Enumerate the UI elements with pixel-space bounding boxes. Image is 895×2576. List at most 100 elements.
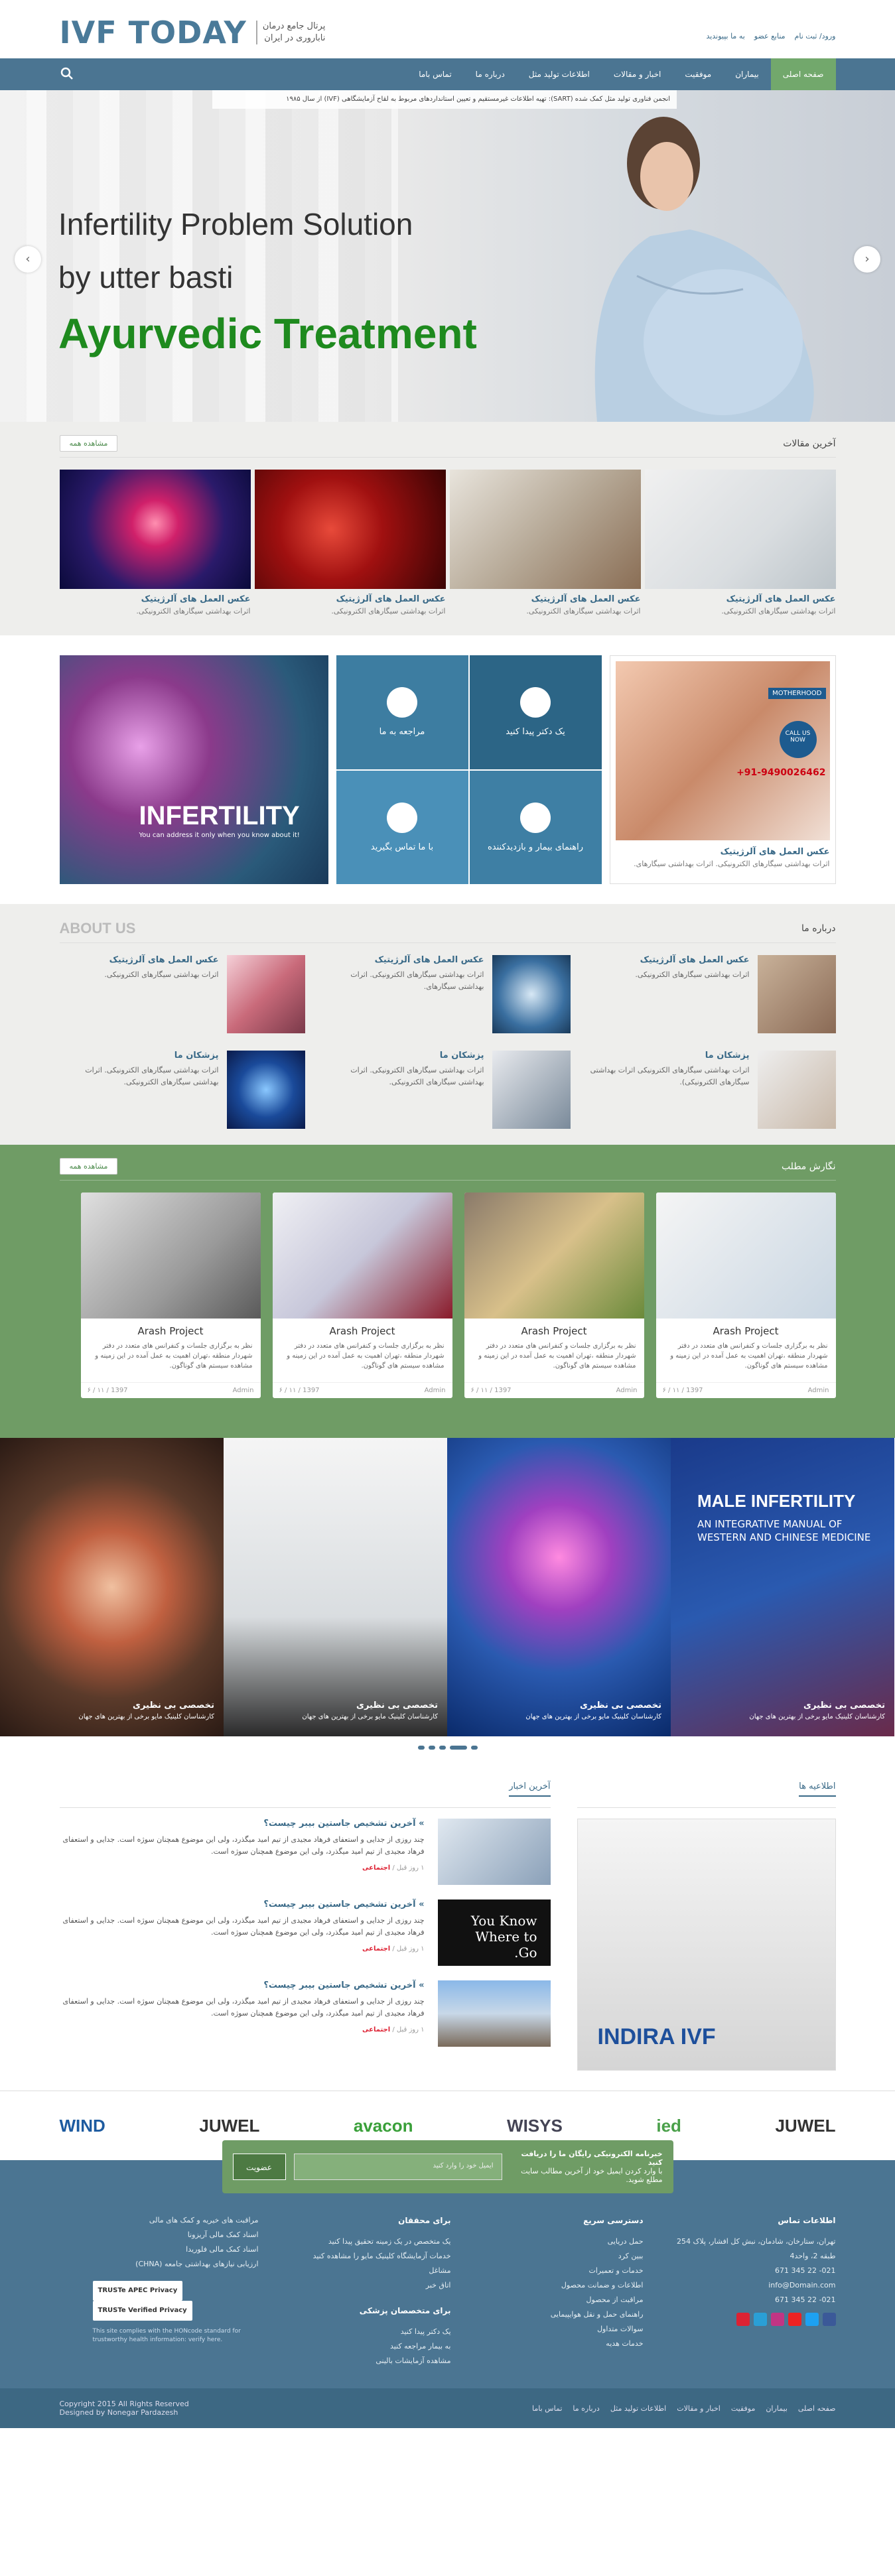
footer-link[interactable]: اسناد کمک مالی فلوریدا (93, 2242, 258, 2257)
logo-juwel[interactable]: JUWEL (199, 2116, 259, 2136)
banner-panel-fetus[interactable]: تخصصی بی نظیری کارشناسان کلینیک مایو برخی… (0, 1438, 224, 1736)
banner-panel-book[interactable]: MALE INFERTILITY AN INTEGRATIVE MANUAL O… (671, 1438, 894, 1736)
footer-link[interactable]: اسناد کمک مالی آریزونا (93, 2228, 259, 2242)
about-item[interactable]: پزشکان ما اثرات بهداشتی سیگارهای الکترونی… (60, 1051, 305, 1129)
about-item-title[interactable]: پزشکان ما (325, 1051, 484, 1061)
footer-link[interactable]: مشاغل (285, 2264, 450, 2278)
nav-item-news[interactable]: اخبار و مقالات (602, 58, 673, 90)
footer-link[interactable]: مراقبت از محصول (478, 2293, 644, 2307)
about-item[interactable]: عکس العمل های آلرژیتیک اثرات بهداشتی سیگا… (60, 955, 305, 1033)
about-item-title[interactable]: عکس العمل های آلرژیتیک (325, 955, 484, 965)
about-item-title[interactable]: پزشکان ما (590, 1051, 750, 1061)
footer-link[interactable]: راهنمای حمل و نقل هوایپیمایی (478, 2307, 644, 2322)
logo-wind[interactable]: WIND (60, 2116, 105, 2136)
news-title[interactable]: » آخرین تشخیص جاستین بیبر چیست؟ (60, 1900, 424, 1909)
project-card[interactable]: Arash Project نظر به برگزاری جلسات و کنف… (272, 1192, 452, 1398)
infertility-banner[interactable]: INFERTILITY You can address it only when… (59, 655, 328, 884)
twitter-icon[interactable] (805, 2313, 819, 2326)
footer-link[interactable]: به بیمار مراجعه کنید (285, 2339, 451, 2354)
facebook-icon[interactable] (822, 2313, 836, 2326)
join-us-link[interactable]: به ما بپیوندید (707, 32, 745, 40)
logo-juwel-2[interactable]: JUWEL (775, 2116, 835, 2136)
articles-view-all-button[interactable]: مشاهده همه (59, 435, 118, 452)
footer-link[interactable]: خدمات هدیه (478, 2337, 643, 2351)
project-title[interactable]: Arash Project (273, 1325, 452, 1337)
footer-link[interactable]: ببین کرد (478, 2249, 644, 2264)
article-title[interactable]: عکس العمل های آلرژیتیک (645, 594, 836, 604)
footer-link[interactable]: حمل دریایی (478, 2234, 644, 2249)
news-title[interactable]: » آخرین تشخیص جاستین بیبر چیست؟ (60, 1819, 424, 1829)
footer-link[interactable]: سوالات متداول (478, 2322, 643, 2337)
truste-apec-badge[interactable]: TRUSTe APEC Privacy (92, 2281, 183, 2301)
footer-link[interactable]: یک دکتر پیدا کنید (285, 2325, 451, 2339)
article-title[interactable]: عکس العمل های آلرژیتیک (450, 594, 641, 604)
news-tab[interactable]: آخرین اخبار (509, 1781, 551, 1797)
footer-bottom-link[interactable]: درباره ما (573, 2404, 599, 2413)
banner-panel-egg[interactable]: تخصصی بی نظیری کارشناسان کلینیک مایو برخی… (447, 1438, 671, 1736)
banner-panel-woman[interactable]: تخصصی بی نظیری کارشناسان کلینیک مایو برخی… (224, 1438, 447, 1736)
news-tag[interactable]: اجتماعی (362, 1864, 390, 1872)
nav-item-patients[interactable]: بیماران (723, 58, 771, 90)
youtube-icon[interactable] (788, 2313, 801, 2326)
pagination-dot-active[interactable] (449, 1746, 467, 1750)
footer-phone-1[interactable]: 021- 22 345 671 (670, 2264, 835, 2278)
nav-item-contact[interactable]: تماس باما (407, 58, 463, 90)
nav-item-success[interactable]: موفقیت (673, 58, 723, 90)
truste-verified-badge[interactable]: TRUSTe Verified Privacy (92, 2301, 192, 2321)
news-tag[interactable]: اجتماعی (362, 1945, 390, 1953)
footer-bottom-link[interactable]: تماس باما (532, 2404, 562, 2413)
telegram-icon[interactable] (753, 2313, 767, 2326)
nav-item-home[interactable]: صفحه اصلی (770, 58, 836, 90)
about-item[interactable]: عکس العمل های آلرژیتیک اثرات بهداشتی سیگا… (590, 955, 836, 1033)
article-title[interactable]: عکس العمل های آلرژیتیک (255, 594, 446, 604)
project-card[interactable]: Arash Project نظر به برگزاری جلسات و کنف… (464, 1192, 644, 1398)
login-link[interactable]: ورود/ ثبت نام (795, 32, 836, 40)
project-card[interactable]: Arash Project نظر به برگزاری جلسات و کنف… (80, 1192, 261, 1398)
logo-avacon[interactable]: avacon (354, 2116, 413, 2136)
footer-link[interactable]: یک متخصص در یک زمینه تحقیق پیدا کنید (285, 2234, 451, 2249)
pagination-dot[interactable] (470, 1746, 478, 1750)
nav-item-reproduction[interactable]: اطلاعات تولید مثل (517, 58, 602, 90)
article-card[interactable]: عکس العمل های آلرژیتیک اثرات بهداشتی سیگ… (644, 470, 836, 615)
tile-find-doctor[interactable]: یک دکتر پیدا کنید (469, 655, 602, 769)
footer-link[interactable]: خدمات آزمایشگاه کلینیک مایو را مشاهده کن… (285, 2249, 451, 2264)
footer-bottom-link[interactable]: بیماران (766, 2404, 788, 2413)
slider-prev-button[interactable]: ‹ (15, 246, 41, 273)
tile-contact-us[interactable]: با ما تماس بگیرید (336, 770, 468, 884)
feature-card[interactable]: MOTHERHOOD CALL US NOW +91-9490026462 عک… (609, 655, 836, 884)
footer-bottom-link[interactable]: اطلاعات تولید مثل (610, 2404, 666, 2413)
about-item[interactable]: پزشکان ما اثرات بهداشتی سیگارهای الکترونی… (325, 1051, 571, 1129)
subscribe-button[interactable]: عضویت (232, 2154, 286, 2180)
about-item-title[interactable]: عکس العمل های آلرژیتیک (104, 955, 219, 965)
footer-phone-2[interactable]: 021- 22 345 671 (670, 2293, 835, 2307)
about-item-title[interactable]: عکس العمل های آلرژیتیک (635, 955, 750, 965)
footer-bottom-link[interactable]: صفحه اصلی (798, 2404, 836, 2413)
footer-link[interactable]: ارزیابی نیازهای بهداشتی جامعه (CHNA) (93, 2257, 258, 2272)
search-icon[interactable] (60, 66, 74, 81)
news-tag[interactable]: اجتماعی (362, 2026, 390, 2033)
footer-bottom-link[interactable]: اخبار و مقالات (677, 2404, 721, 2413)
feature-title[interactable]: عکس العمل های آلرژیتیک (616, 847, 830, 857)
pagination-dot[interactable] (439, 1746, 446, 1750)
news-item[interactable]: You Know Where to Go. » آخرین تشخیص جاست… (60, 1900, 551, 1966)
tile-visit-us[interactable]: مراجعه به ما (336, 655, 468, 769)
about-item-title[interactable]: پزشکان ما (60, 1051, 219, 1061)
tile-patient-guide[interactable]: راهنمای بیمار و بازدیدکننده (469, 770, 602, 884)
article-title[interactable]: عکس العمل های آلرژیتیک (60, 594, 251, 604)
about-item[interactable]: پزشکان ما اثرات بهداشتی سیگارهای الکترونی… (590, 1051, 836, 1129)
footer-link[interactable]: اطلاعات و ضمانت محصول (478, 2278, 644, 2293)
ad-indira-ivf[interactable]: INDIRA IVF (577, 1819, 836, 2071)
article-card[interactable]: عکس العمل های آلرژیتیک اثرات بهداشتی سیگ… (254, 470, 446, 615)
member-resources-link[interactable]: منابع عضو (754, 32, 786, 40)
hon-code-text[interactable]: This site complies with the HONcode stan… (93, 2327, 259, 2345)
project-title[interactable]: Arash Project (464, 1325, 644, 1337)
about-item[interactable]: عکس العمل های آلرژیتیک اثرات بهداشتی سیگا… (325, 955, 571, 1033)
news-item[interactable]: » آخرین تشخیص جاستین بیبر چیست؟ چند روزی … (60, 1980, 551, 2047)
footer-link[interactable]: مشاهده آزمایشات بالینی (285, 2354, 450, 2368)
footer-link[interactable]: خدمات و تعمیرات (478, 2264, 643, 2278)
logo-ied[interactable]: ied (656, 2116, 681, 2136)
footer-email[interactable]: info@Domain.com (670, 2278, 835, 2293)
nav-item-about[interactable]: درباره ما (464, 58, 517, 90)
news-item[interactable]: » آخرین تشخیص جاستین بیبر چیست؟ چند روزی … (60, 1819, 551, 1885)
newsletter-email-input[interactable]: ایمیل خود را وارد کنید (293, 2154, 502, 2180)
